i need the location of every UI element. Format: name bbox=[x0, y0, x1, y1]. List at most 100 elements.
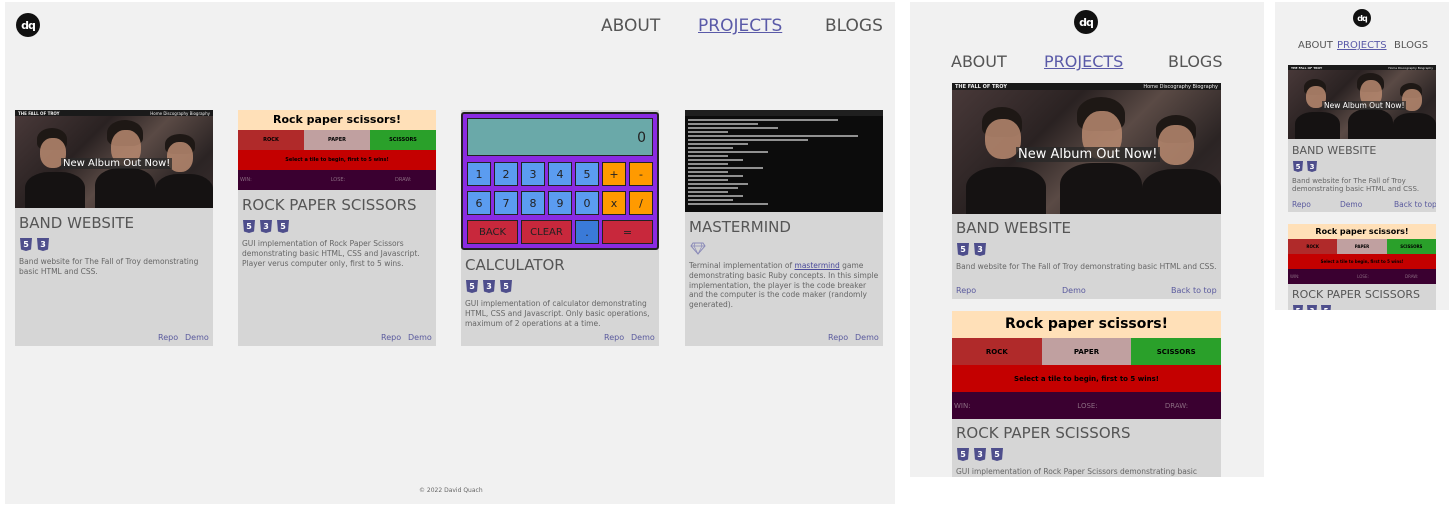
rps-win: WIN: bbox=[954, 401, 971, 410]
mastermind-link[interactable]: mastermind bbox=[795, 261, 840, 270]
rps-win: WIN: bbox=[240, 177, 252, 183]
rps-screenshot: Rock paper scissors! ROCK PAPER SCISSORS… bbox=[238, 110, 436, 190]
rps-screenshot: Rock paper scissors! ROCK PAPER SCISSORS… bbox=[1288, 224, 1436, 284]
js-icon: 5 bbox=[500, 280, 512, 293]
project-title: BAND WEBSITE bbox=[956, 219, 1072, 237]
logo-icon[interactable]: dq bbox=[1353, 9, 1371, 27]
calc-key: 1 bbox=[467, 162, 491, 186]
repo-link[interactable]: Repo bbox=[956, 286, 976, 295]
nav-blogs[interactable]: BLOGS bbox=[1168, 52, 1222, 71]
project-card-rps: Rock paper scissors! ROCK PAPER SCISSORS… bbox=[952, 311, 1221, 477]
repo-link[interactable]: Repo bbox=[604, 333, 624, 342]
calc-key: - bbox=[629, 162, 653, 186]
calc-key-back: BACK bbox=[467, 220, 518, 244]
logo-icon[interactable]: dq bbox=[1074, 10, 1098, 34]
repo-link[interactable]: Repo bbox=[381, 333, 401, 342]
nav-about[interactable]: ABOUT bbox=[951, 52, 1007, 71]
rps-rock-tile: ROCK bbox=[1288, 239, 1338, 254]
calc-key: 6 bbox=[467, 191, 491, 215]
rps-lose: LOSE: bbox=[1357, 274, 1369, 279]
css3-icon: 3 bbox=[1307, 305, 1317, 310]
demo-link[interactable]: Demo bbox=[855, 333, 879, 342]
project-description: GUI implementation of Rock Paper Scissor… bbox=[956, 467, 1218, 477]
shot-header: THE FALL OF TROY Home Discography Biograp… bbox=[952, 83, 1221, 90]
tech-icons: 5 3 5 bbox=[466, 280, 512, 293]
nav-about[interactable]: ABOUT bbox=[601, 16, 660, 36]
nav-blogs[interactable]: BLOGS bbox=[825, 16, 883, 36]
desktop-view: dq ABOUT PROJECTS BLOGS THE FALL OF TROY… bbox=[5, 2, 895, 504]
css3-icon: 3 bbox=[260, 220, 272, 233]
band-screenshot: THE FALL OF TROY Home Discography Biograp… bbox=[1288, 65, 1436, 139]
shot-site-name: THE FALL OF TROY bbox=[18, 111, 60, 116]
rps-choices: ROCK PAPER SCISSORS bbox=[238, 130, 436, 150]
repo-link[interactable]: Repo bbox=[828, 333, 848, 342]
footer: © 2022 David Quach bbox=[419, 487, 483, 494]
project-title: CALCULATOR bbox=[465, 256, 565, 274]
rps-scissors-tile: SCISSORS bbox=[370, 130, 436, 150]
rps-message: Select a tile to begin, first to 5 wins! bbox=[1288, 254, 1436, 269]
tech-icons: 5 3 5 bbox=[1293, 305, 1331, 310]
rps-paper-tile: PAPER bbox=[304, 130, 370, 150]
nav-projects[interactable]: PROJECTS bbox=[1044, 52, 1123, 71]
logo-icon[interactable]: dq bbox=[16, 13, 40, 37]
demo-link[interactable]: Demo bbox=[631, 333, 655, 342]
calc-key: 8 bbox=[521, 191, 545, 215]
desc-text: Terminal implementation of bbox=[689, 261, 795, 270]
rps-rock-tile: ROCK bbox=[238, 130, 304, 150]
rps-scissors-tile: SCISSORS bbox=[1131, 338, 1221, 365]
terminal-screenshot bbox=[685, 110, 883, 212]
ruby-icon bbox=[690, 242, 706, 255]
css3-icon: 3 bbox=[974, 448, 986, 461]
tech-icons: 5 3 bbox=[20, 238, 49, 251]
demo-link[interactable]: Demo bbox=[1062, 286, 1086, 295]
repo-link[interactable]: Repo bbox=[158, 333, 178, 342]
calc-key: 4 bbox=[548, 162, 572, 186]
project-card-band: THE FALL OF TROY Home Discography Biograp… bbox=[952, 83, 1221, 299]
demo-link[interactable]: Demo bbox=[408, 333, 432, 342]
rps-paper-tile: PAPER bbox=[1041, 338, 1132, 365]
shot-nav: Home Discography Biography bbox=[1388, 66, 1433, 70]
logo-text: dq bbox=[21, 18, 36, 32]
css3-icon: 3 bbox=[483, 280, 495, 293]
demo-link[interactable]: Demo bbox=[1340, 200, 1362, 209]
project-title: BAND WEBSITE bbox=[1292, 144, 1377, 157]
calc-key: + bbox=[602, 162, 626, 186]
nav-about[interactable]: ABOUT bbox=[1298, 40, 1333, 51]
nav-blogs[interactable]: BLOGS bbox=[1394, 40, 1428, 51]
tech-icons: 5 3 5 bbox=[243, 220, 289, 233]
demo-link[interactable]: Demo bbox=[185, 333, 209, 342]
nav-projects[interactable]: PROJECTS bbox=[1337, 40, 1387, 51]
shot-caption: New Album Out Now! bbox=[1016, 147, 1160, 162]
project-title: MASTERMIND bbox=[689, 218, 791, 236]
rps-lose: LOSE: bbox=[1077, 401, 1098, 410]
nav-projects[interactable]: PROJECTS bbox=[698, 16, 782, 36]
shot-header: THE FALL OF TROY Home Discography Biograp… bbox=[1288, 65, 1436, 70]
tech-icons bbox=[690, 242, 706, 255]
shot-nav: Home Discography Biography bbox=[1143, 84, 1218, 90]
calc-display: 0 bbox=[467, 118, 653, 156]
calc-key: x bbox=[602, 191, 626, 215]
project-title: BAND WEBSITE bbox=[19, 214, 135, 232]
rps-scores: WIN: LOSE: DRAW: bbox=[1288, 269, 1436, 284]
html5-icon: 5 bbox=[1293, 305, 1303, 310]
shot-nav: Home Discography Biography bbox=[150, 111, 210, 116]
repo-link[interactable]: Repo bbox=[1292, 200, 1311, 209]
project-card-band: THE FALL OF TROY Home Discography Biograp… bbox=[15, 110, 213, 346]
css3-icon: 3 bbox=[974, 243, 986, 256]
rps-draw: DRAW: bbox=[1164, 401, 1189, 410]
band-screenshot: THE FALL OF TROY Home Discography Biograp… bbox=[952, 83, 1221, 214]
rps-scores: WIN: LOSE: DRAW: bbox=[952, 392, 1221, 419]
tech-icons: 5 3 5 bbox=[957, 448, 1003, 461]
logo-text: dq bbox=[1357, 13, 1368, 23]
js-icon: 5 bbox=[991, 448, 1003, 461]
calc-key-dot: . bbox=[575, 220, 599, 244]
project-card-rps: Rock paper scissors! ROCK PAPER SCISSORS… bbox=[1288, 224, 1436, 310]
rps-message: Select a tile to begin, first to 5 wins! bbox=[952, 365, 1221, 392]
rps-game-title: Rock paper scissors! bbox=[238, 110, 436, 130]
back-to-top-link[interactable]: Back to top bbox=[1171, 286, 1217, 295]
calc-key-clear: CLEAR bbox=[521, 220, 572, 244]
back-to-top-link[interactable]: Back to top bbox=[1394, 200, 1436, 209]
shot-header: THE FALL OF TROY Home Discography Biograp… bbox=[15, 110, 213, 116]
project-card-band: THE FALL OF TROY Home Discography Biograp… bbox=[1288, 65, 1436, 212]
rps-rock-tile: ROCK bbox=[952, 338, 1042, 365]
